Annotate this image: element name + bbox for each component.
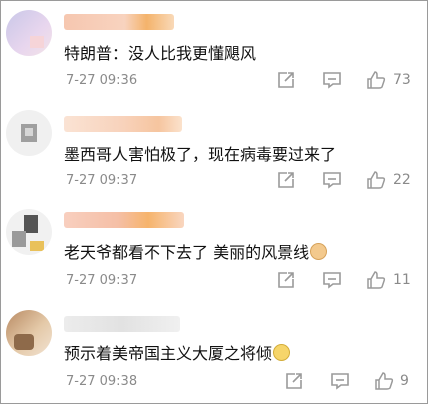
comment-time: 7-27 09:36: [66, 73, 138, 88]
comment-text: 特朗普：没人比我更懂飓风: [64, 44, 257, 63]
thumbs-up-icon[interactable]: [374, 371, 394, 391]
comment-time: 7-27 09:37: [66, 273, 138, 288]
comment-icon[interactable]: [330, 371, 350, 391]
comment-text: 预示着美帝国主义大厦之将倾: [64, 340, 291, 364]
comment-text-content: 老天爷都看不下去了 美丽的风景线: [64, 243, 310, 262]
like-count: 22: [393, 172, 411, 188]
username-blurred[interactable]: [64, 116, 182, 132]
share-icon[interactable]: [276, 170, 296, 190]
comment-item: 老天爷都看不下去了 美丽的风景线 7-27 09:37 11: [0, 200, 428, 300]
comment-time: 7-27 09:37: [66, 173, 138, 188]
like-count: 11: [393, 272, 411, 288]
comment-text: 老天爷都看不下去了 美丽的风景线: [64, 239, 328, 263]
share-icon[interactable]: [276, 270, 296, 290]
crying-emoji-icon: [273, 344, 291, 361]
comment-item: 特朗普：没人比我更懂飓风 7-27 09:36 73: [0, 0, 428, 100]
thumbs-up-icon[interactable]: [366, 270, 386, 290]
avatar[interactable]: [6, 310, 52, 356]
thumbs-up-icon[interactable]: [366, 170, 386, 190]
avatar[interactable]: [6, 110, 52, 156]
like-count: 9: [400, 373, 409, 389]
comment-icon[interactable]: [322, 170, 342, 190]
comment-icon[interactable]: [322, 70, 342, 90]
avatar[interactable]: [6, 10, 52, 56]
cat-emoji-icon: [310, 243, 328, 260]
comment-text-content: 预示着美帝国主义大厦之将倾: [64, 344, 273, 363]
share-icon[interactable]: [284, 371, 304, 391]
comment-icon[interactable]: [322, 270, 342, 290]
avatar[interactable]: [6, 209, 52, 255]
comment-time: 7-27 09:38: [66, 374, 138, 389]
comment-item: 墨西哥人害怕极了，现在病毒要过来了 7-27 09:37 22: [0, 100, 428, 200]
username-blurred[interactable]: [64, 212, 184, 228]
username-blurred[interactable]: [64, 316, 180, 332]
thumbs-up-icon[interactable]: [366, 70, 386, 90]
username-blurred[interactable]: [64, 14, 174, 30]
share-icon[interactable]: [276, 70, 296, 90]
like-count: 73: [393, 72, 411, 88]
comment-text: 墨西哥人害怕极了，现在病毒要过来了: [64, 145, 337, 164]
comment-item: 预示着美帝国主义大厦之将倾 7-27 09:38 9: [0, 300, 428, 404]
